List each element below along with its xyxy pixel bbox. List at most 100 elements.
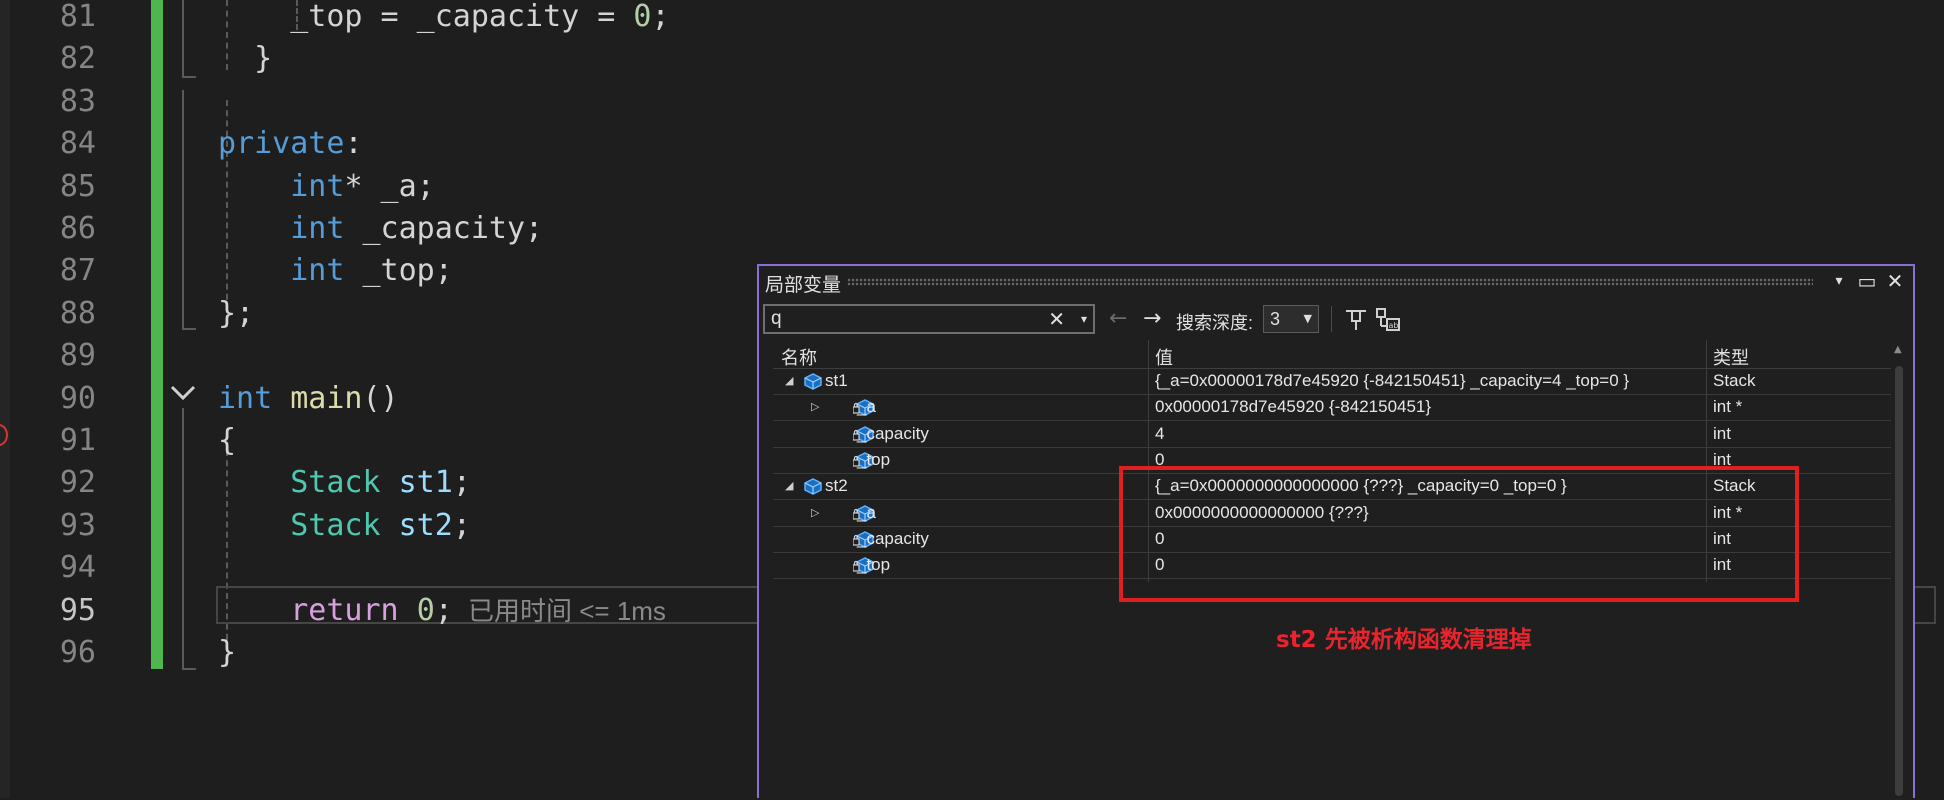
search-next-icon[interactable]: → (1143, 306, 1161, 332)
code-token: main (290, 380, 363, 416)
column-header-name[interactable]: 名称 (781, 344, 817, 370)
window-menu-dropdown-icon[interactable]: ▾ (1827, 268, 1851, 294)
code-text[interactable]: int* _a; (218, 166, 435, 208)
column-header-value[interactable]: 值 (1155, 344, 1173, 370)
code-text[interactable]: int main() (218, 378, 399, 420)
close-icon[interactable]: ✕ (1883, 268, 1907, 294)
variable-value[interactable]: {_a=0x00000178d7e45920 {-842150451} _cap… (1155, 371, 1629, 391)
code-text[interactable]: { (218, 420, 236, 462)
code-token: } (218, 635, 237, 670)
search-input[interactable] (771, 308, 1041, 330)
locals-row[interactable]: _capacity 4 int (773, 421, 1891, 448)
grid-header: 名称 值 类型 (773, 340, 1891, 369)
code-text[interactable]: Stack st2; (218, 505, 471, 547)
variable-type: int * (1713, 397, 1743, 417)
code-token: : (344, 126, 363, 162)
pin-icon[interactable] (1343, 306, 1369, 332)
toolbar-separator (1331, 306, 1332, 332)
chevron-down-icon: ▼ (1303, 312, 1312, 325)
line-number: 94 (59, 550, 96, 586)
elapsed-time-hint: 已用时间 <= 1ms (468, 595, 666, 626)
locals-titlebar[interactable]: 局部变量 ▾ ▭ ✕ (759, 266, 1913, 298)
locals-row[interactable]: ◢ st1 {_a=0x00000178d7e45920 {-842150451} … (773, 368, 1891, 395)
code-token: 0 (633, 0, 652, 34)
variable-value[interactable]: 4 (1155, 424, 1164, 444)
collapse-chevron-icon[interactable]: ◢ (785, 374, 793, 387)
expand-chevron-icon[interactable]: ▷ (811, 506, 819, 519)
code-line[interactable]: 85 int* _a; (0, 166, 1944, 208)
variable-value[interactable]: 0x00000178d7e45920 {-842150451} (1155, 397, 1431, 417)
scrollbar-thumb[interactable] (1895, 366, 1903, 796)
code-text[interactable]: } (218, 632, 236, 674)
variable-name: st1 (825, 371, 848, 390)
search-depth-value: 3 (1270, 309, 1281, 329)
code-line[interactable]: 81 _top = _capacity = 0; (0, 0, 1944, 38)
line-number: 88 (59, 295, 96, 331)
line-number: 90 (59, 380, 96, 416)
line-number: 84 (59, 126, 96, 162)
search-history-dropdown-icon[interactable]: ▾ (1081, 306, 1087, 332)
code-text[interactable]: int _capacity; (218, 208, 543, 250)
maximize-icon[interactable]: ▭ (1855, 268, 1879, 294)
search-box[interactable]: ✕ ▾ (763, 304, 1095, 334)
clear-search-icon[interactable]: ✕ (1048, 306, 1065, 332)
window-title: 局部变量 (765, 275, 842, 296)
hex-display-icon[interactable]: ab (1375, 306, 1401, 332)
code-token: int (290, 168, 345, 204)
code-text[interactable]: return 0; (218, 590, 453, 632)
code-text[interactable]: }; (218, 293, 254, 335)
code-token: st2 (398, 507, 453, 543)
code-line[interactable]: 83 (0, 81, 1944, 123)
line-number: 95 (59, 592, 96, 628)
column-header-type[interactable]: 类型 (1713, 344, 1749, 370)
search-depth-select[interactable]: 3 ▼ (1263, 305, 1319, 333)
code-line[interactable]: 86 int _capacity; (0, 208, 1944, 250)
code-token: { (218, 423, 237, 458)
line-number: 82 (59, 41, 96, 77)
code-token: _capacity; (344, 211, 544, 246)
vertical-scrollbar[interactable]: ▲ (1891, 340, 1907, 800)
variable-name: _capacity (857, 423, 929, 443)
code-line[interactable]: 84 private: (0, 123, 1944, 165)
line-number: 92 (59, 465, 96, 501)
search-previous-icon[interactable]: ← (1109, 306, 1127, 332)
line-number: 96 (59, 635, 96, 670)
line-number: 83 (59, 83, 96, 119)
variable-type: int (1713, 423, 1731, 443)
code-token: () (362, 380, 399, 416)
variable-name: _a (857, 502, 876, 522)
code-token: ; (452, 507, 471, 543)
code-text[interactable]: Stack st1; (218, 462, 471, 504)
code-token: st1 (398, 465, 453, 501)
code-token: _top; (344, 253, 453, 289)
variable-name: _top (857, 555, 891, 575)
svg-text:ab: ab (1389, 321, 1399, 330)
collapse-chevron-icon[interactable]: ◢ (785, 479, 793, 492)
code-text[interactable]: } (218, 38, 272, 80)
code-text[interactable]: _top = _capacity = 0; (218, 0, 669, 38)
scroll-up-icon[interactable]: ▲ (1894, 344, 1902, 355)
code-line[interactable]: 82 } (0, 38, 1944, 80)
variable-name: st2 (825, 476, 848, 496)
variable-type: Stack (1713, 371, 1756, 390)
code-text[interactable]: private: (218, 123, 363, 165)
code-token: Stack (290, 465, 381, 501)
drag-grip[interactable] (847, 278, 1813, 286)
annotation-highlight-box (1119, 466, 1799, 602)
variable-name: _capacity (857, 528, 929, 548)
locals-row[interactable]: ▷ _a 0x00000178d7e45920 {-842150451} int * (773, 394, 1891, 422)
line-number: 85 (59, 168, 96, 204)
line-number: 93 (59, 507, 96, 543)
expand-chevron-icon[interactable]: ▷ (811, 400, 819, 413)
code-text[interactable]: int _top; (218, 250, 453, 292)
line-number: 81 (59, 0, 96, 34)
